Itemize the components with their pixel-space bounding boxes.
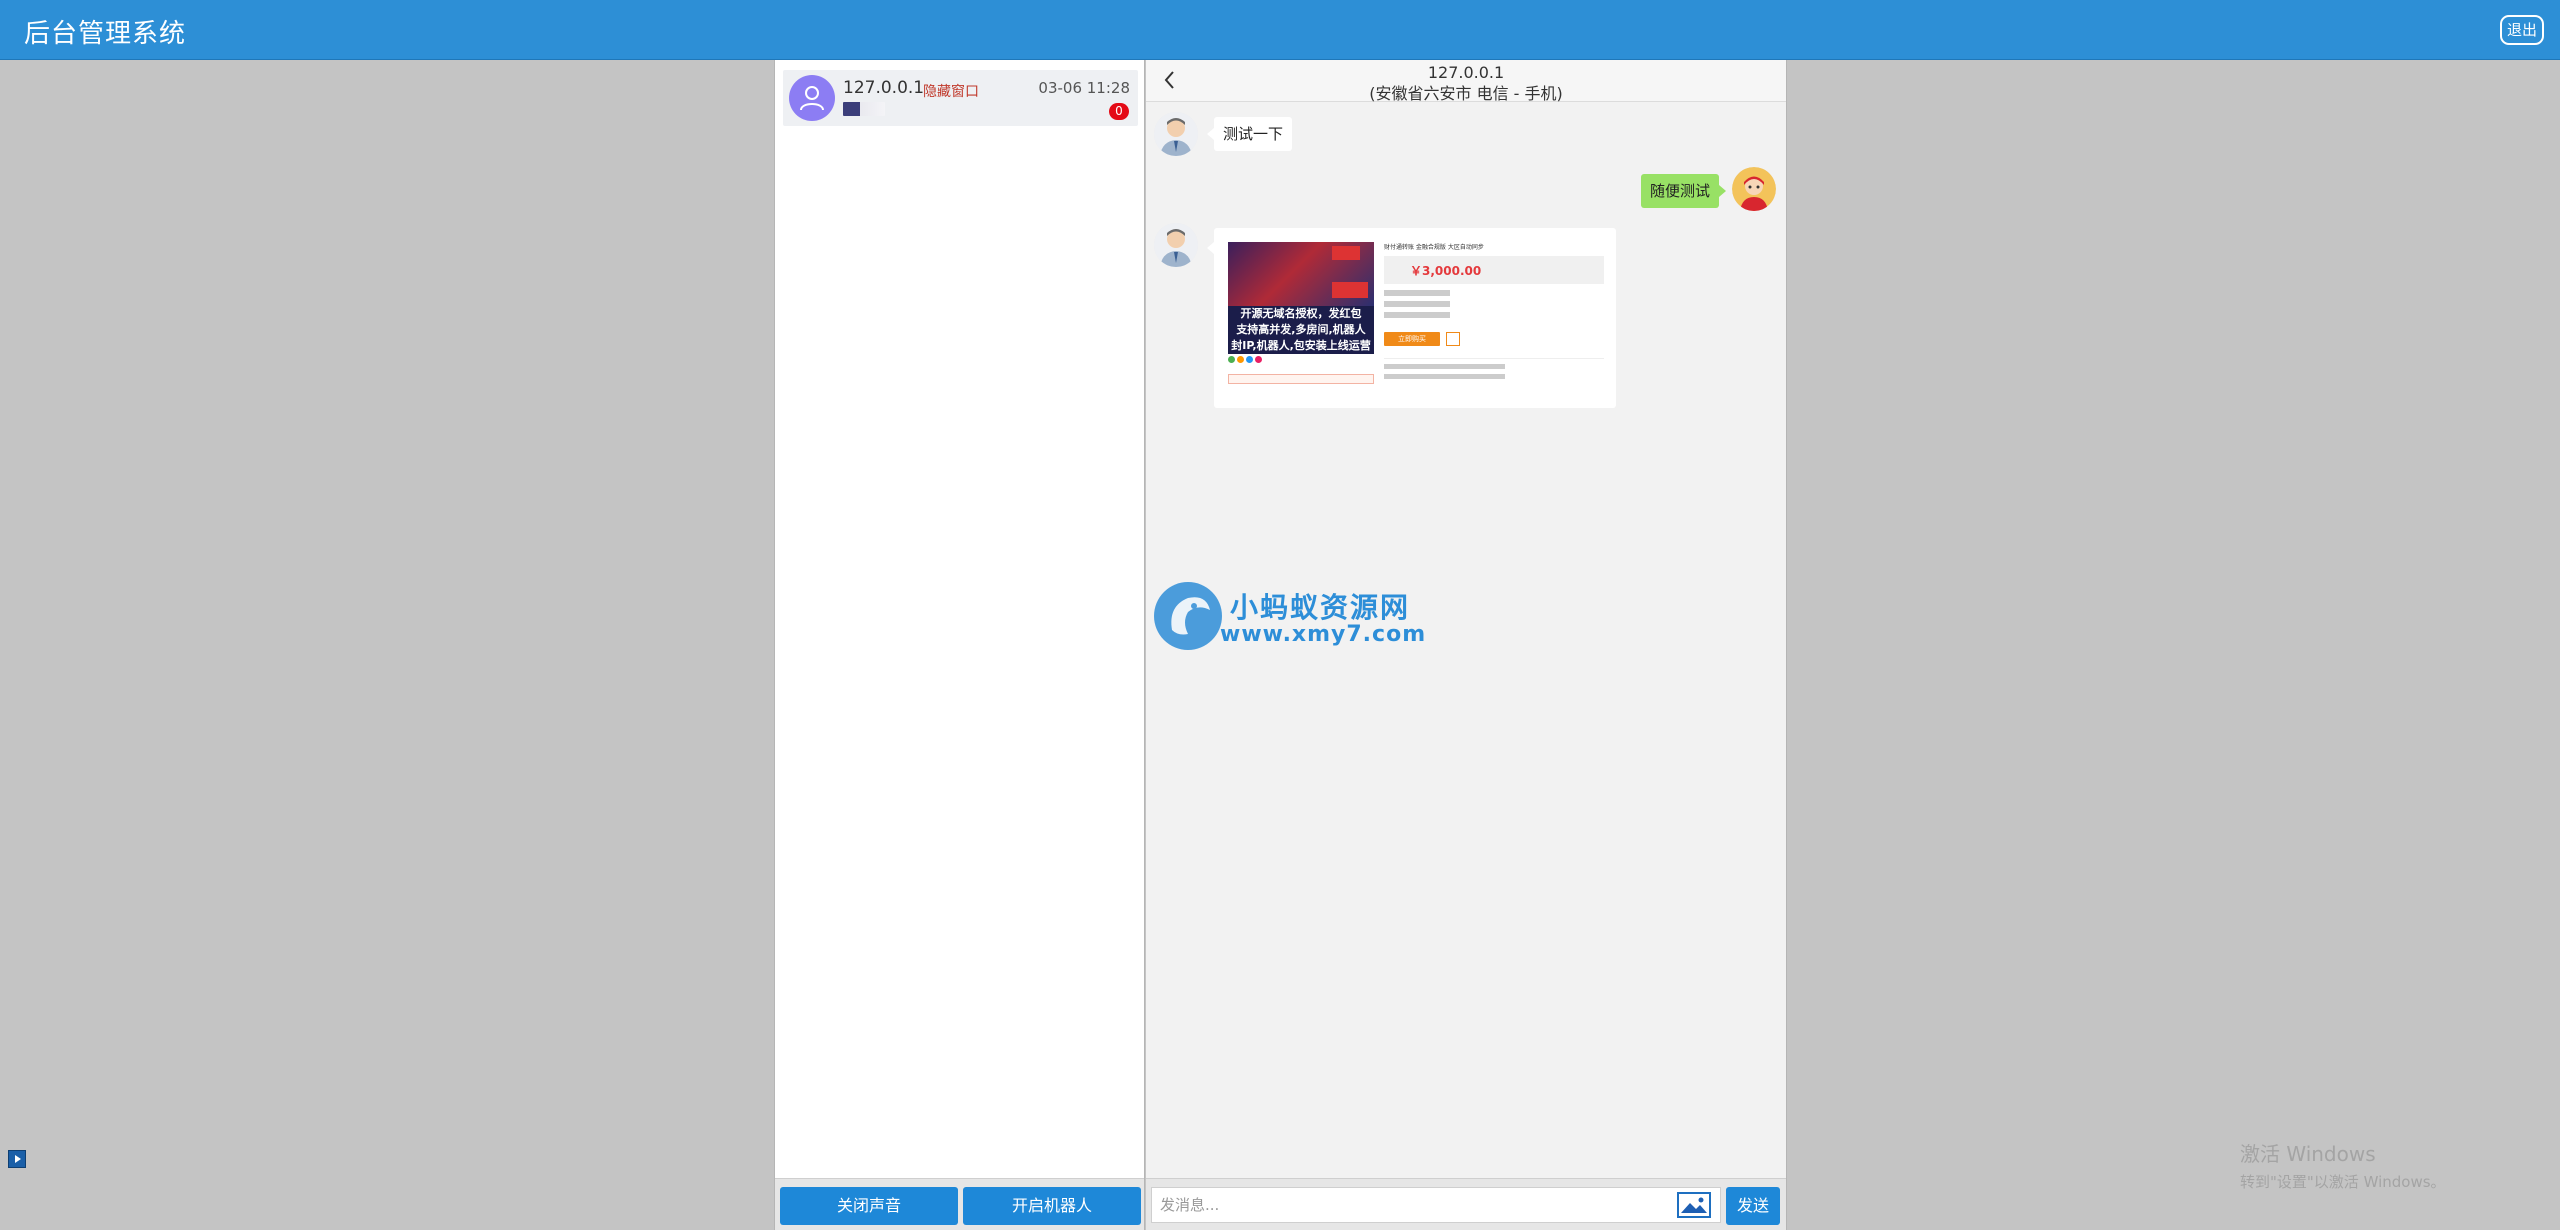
logout-button[interactable]: 退出 (2500, 15, 2544, 45)
unread-badge: 0 (1109, 103, 1129, 120)
screenshot-caption: 开源无域名授权，发红包 (1240, 307, 1362, 320)
last-message-thumbnail (843, 102, 885, 116)
screenshot-attributes (1384, 290, 1604, 323)
visitor-avatar-icon (1154, 112, 1198, 156)
screenshot-price-box: ￥3,000.00 (1384, 256, 1604, 284)
hide-window-link[interactable]: 隐藏窗口 (923, 81, 979, 101)
toggle-robot-button[interactable]: 开启机器人 (963, 1187, 1141, 1225)
screenshot-cart-icon (1446, 332, 1460, 346)
screenshot-caption: 支持高并发,多房间,机器人 (1236, 323, 1366, 336)
visitor-avatar-icon (1154, 223, 1198, 267)
windows-activation-notice: 激活 Windows 转到"设置"以激活 Windows。 (2240, 1138, 2446, 1192)
left-footer: 关闭声音 开启机器人 (775, 1178, 1144, 1230)
conversation-item[interactable]: 127.0.0.1 隐藏窗口 03-06 11:28 0 (783, 70, 1138, 126)
screenshot-caption: 封IP,机器人,包安装上线运营 (1231, 339, 1371, 352)
send-button[interactable]: 发送 (1726, 1187, 1780, 1225)
agent-avatar-icon (1732, 167, 1776, 211)
activation-subtitle: 转到"设置"以激活 Windows。 (2240, 1173, 2446, 1191)
conversation-panel: 127.0.0.1 隐藏窗口 03-06 11:28 0 关闭声音 开启机器人 (774, 60, 1145, 1230)
image-message[interactable]: 开源无域名授权，发红包 支持高并发,多房间,机器人 封IP,机器人,包安装上线运… (1207, 228, 1616, 408)
screenshot-footer (1384, 358, 1604, 382)
user-avatar-icon (789, 75, 835, 121)
screenshot-buy-button: 立即购买 (1384, 332, 1440, 346)
play-icon[interactable] (8, 1150, 26, 1168)
watermark-title: 小蚂蚁资源网 (1230, 591, 1411, 624)
chat-footer: 发送 (1146, 1178, 1786, 1230)
watermark-url: www.xmy7.com (1220, 622, 1427, 647)
toggle-sound-button[interactable]: 关闭声音 (780, 1187, 958, 1225)
site-watermark: 小蚂蚁资源网 www.xmy7.com (1154, 580, 1425, 660)
message-bubble: 随便测试 (1640, 174, 1727, 208)
send-image-icon[interactable] (1677, 1192, 1711, 1218)
conversation-time: 03-06 11:28 (1038, 79, 1130, 97)
screenshot-share-row (1228, 356, 1374, 365)
chat-header: 127.0.0.1 (安徽省六安市 电信 - 手机) (1146, 60, 1786, 103)
screenshot-notice (1228, 374, 1374, 384)
screenshot-price: ￥3,000.00 (1410, 264, 1482, 278)
chat-visitor-location: (安徽省六安市 电信 - 手机) (1369, 84, 1563, 103)
app-title: 后台管理系统 (24, 19, 187, 49)
watermark-logo-icon (1154, 582, 1222, 650)
screenshot-product-title: 财付通转账 金融合规版 大区自动同步 (1384, 244, 1484, 251)
chat-panel: 127.0.0.1 (安徽省六安市 电信 - 手机) 测试一下 随便测试 开源无… (1146, 60, 1787, 1230)
conversation-ip: 127.0.0.1 (843, 78, 925, 98)
product-screenshot: 开源无域名授权，发红包 支持高并发,多房间,机器人 封IP,机器人,包安装上线运… (1228, 242, 1374, 354)
activation-title: 激活 Windows (2240, 1142, 2376, 1166)
message-bubble: 测试一下 (1206, 117, 1293, 151)
top-bar: 后台管理系统 退出 (0, 0, 2560, 60)
message-input[interactable] (1151, 1187, 1721, 1223)
